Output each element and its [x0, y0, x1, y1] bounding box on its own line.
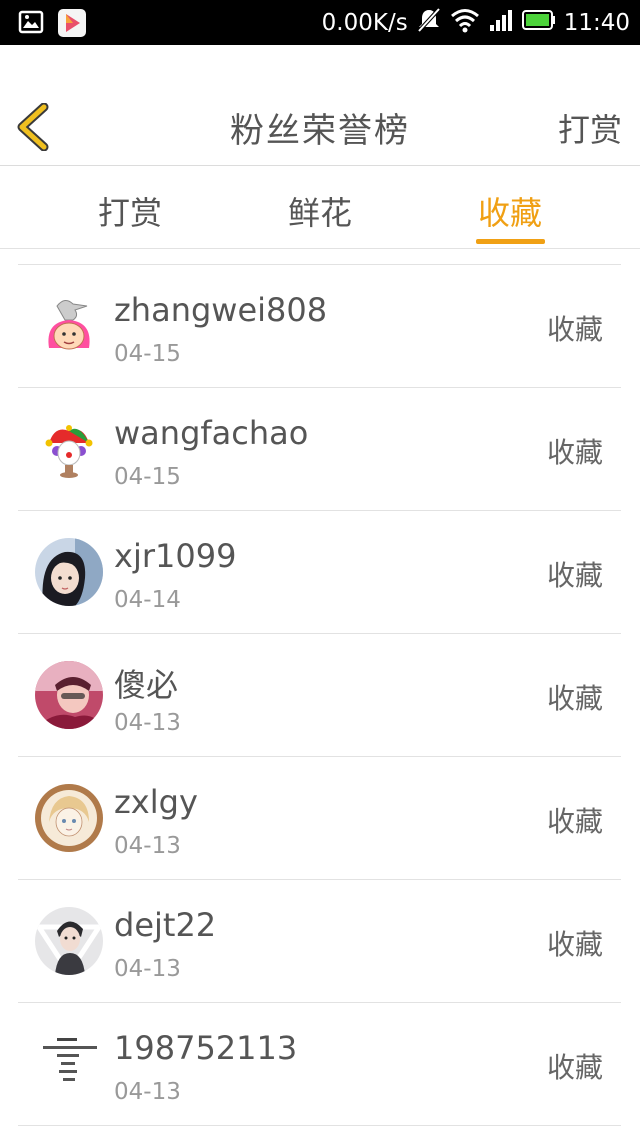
pink-photo-avatar — [35, 661, 103, 729]
reward-button[interactable]: 打赏 — [558, 105, 622, 151]
list-item[interactable]: dejt22 04-13 收藏 — [18, 880, 621, 1003]
network-speed: 0.00K/s — [321, 9, 408, 36]
username: zxlgy — [114, 783, 198, 821]
clock: 11:40 — [563, 9, 630, 36]
action-label: 收藏 — [546, 928, 603, 961]
tab-flowers[interactable]: 鲜花 — [250, 188, 390, 234]
list-item[interactable]: 198752113 04-13 收藏 — [18, 1003, 621, 1126]
tab-bar: 打赏 鲜花 收藏 — [0, 166, 640, 249]
tab-reward[interactable]: 打赏 — [60, 188, 200, 234]
list-item[interactable]: zxlgy 04-13 收藏 — [18, 757, 621, 880]
username: wangfachao — [114, 414, 309, 452]
date: 04-13 — [114, 956, 181, 982]
bird-girl-avatar — [35, 292, 103, 360]
girl-photo-avatar — [35, 538, 103, 606]
active-tab-indicator — [476, 239, 545, 244]
action-label: 收藏 — [546, 559, 603, 592]
username: 198752113 — [114, 1029, 298, 1067]
username: xjr1099 — [114, 537, 237, 575]
username: 傻必 — [114, 666, 179, 704]
action-label: 收藏 — [546, 1051, 603, 1084]
page-title: 粉丝荣誉榜 — [230, 111, 410, 151]
list-item[interactable]: 傻必 04-13 收藏 — [18, 634, 621, 757]
gallery-icon — [18, 9, 44, 35]
sketch-avatar — [35, 784, 103, 852]
fan-list: zhangwei808 04-15 收藏 wangfachao 04-15 收藏 — [18, 264, 621, 1126]
username: dejt22 — [114, 906, 217, 944]
action-label: 收藏 — [546, 805, 603, 838]
action-label: 收藏 — [546, 682, 603, 715]
tab-favorites[interactable]: 收藏 — [440, 188, 580, 234]
text-image-avatar — [35, 1030, 103, 1098]
action-label: 收藏 — [546, 313, 603, 346]
signal-icon — [488, 7, 514, 39]
boy-photo-avatar — [35, 907, 103, 975]
action-label: 收藏 — [546, 436, 603, 469]
date: 04-15 — [114, 341, 181, 367]
list-item[interactable]: wangfachao 04-15 收藏 — [18, 388, 621, 511]
date: 04-13 — [114, 710, 181, 736]
wifi-icon — [450, 7, 480, 39]
status-bar: 0.00K/s 11:40 — [0, 0, 640, 45]
title-bar: 粉丝荣誉榜 打赏 — [0, 45, 640, 166]
battery-icon — [521, 9, 556, 37]
username: zhangwei808 — [114, 291, 328, 329]
list-item[interactable]: xjr1099 04-14 收藏 — [18, 511, 621, 634]
jester-avatar — [35, 415, 103, 483]
list-item[interactable]: zhangwei808 04-15 收藏 — [18, 265, 621, 388]
date: 04-14 — [114, 587, 181, 613]
notification-muted-icon — [416, 7, 442, 39]
date: 04-15 — [114, 464, 181, 490]
date: 04-13 — [114, 1079, 181, 1105]
play-store-icon — [58, 9, 86, 37]
date: 04-13 — [114, 833, 181, 859]
